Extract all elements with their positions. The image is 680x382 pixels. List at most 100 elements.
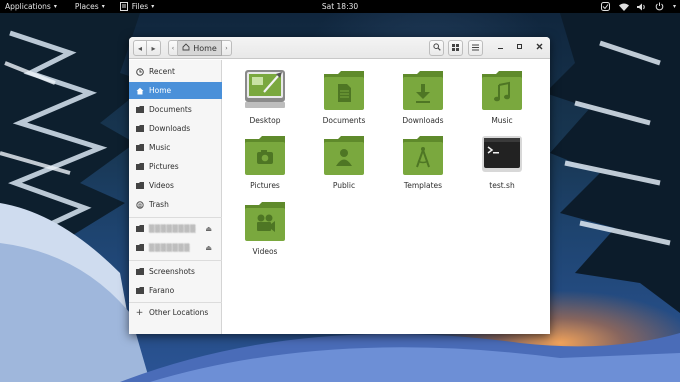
sidebar-item-documents[interactable]: Documents [129, 101, 222, 118]
sidebar-item-label: Downloads [149, 124, 191, 133]
menu-button[interactable] [468, 40, 483, 56]
path-home-label: Home [193, 43, 217, 53]
sidebar-item-label: Recent [149, 67, 175, 76]
sidebar-item-farano[interactable]: Farano [129, 282, 222, 299]
files-app-icon [119, 2, 129, 12]
sidebar-item-music[interactable]: Music [129, 139, 222, 156]
caret-down-icon: ▾ [151, 3, 155, 10]
sidebar-item-pictures[interactable]: Pictures [129, 158, 222, 175]
notification-check-icon[interactable] [601, 2, 611, 12]
minimize-button[interactable] [493, 40, 507, 56]
file-label: Public [332, 181, 356, 190]
file-view: Desktop Documents Downloads Music Pictur… [223, 60, 550, 334]
eject-icon[interactable]: ⏏ [205, 225, 212, 233]
power-icon [655, 2, 665, 12]
downloads-folder-icon [400, 68, 446, 112]
caret-down-icon: ▾ [53, 3, 57, 10]
sidebar-item-screenshots[interactable]: Screenshots [129, 263, 222, 280]
back-button[interactable]: ◂ [133, 40, 147, 56]
videos-folder-icon [242, 199, 288, 243]
sidebar-item-label: Other Locations [149, 308, 209, 317]
file-item-videos[interactable]: Videos [235, 199, 295, 257]
file-item-desktop[interactable]: Desktop [235, 68, 295, 126]
terminal-script-icon [479, 133, 525, 177]
sidebar-item-label: Music [149, 143, 171, 152]
sidebar-item-label: ▒▒▒▒▒▒▒▒ [149, 224, 197, 233]
file-item-test-sh[interactable]: test.sh [472, 133, 532, 191]
files-menu-label: Files [131, 2, 149, 11]
maximize-button[interactable] [512, 40, 526, 56]
chevron-left-icon: ‹ [171, 44, 175, 52]
folder-icon [135, 162, 144, 171]
sidebar-item-label: Documents [149, 105, 192, 114]
sidebar-item-trash[interactable]: Trash [129, 196, 222, 213]
clock[interactable]: Sat 18:30 [322, 2, 358, 11]
file-item-documents[interactable]: Documents [314, 68, 374, 126]
caret-down-icon: ▾ [101, 3, 105, 10]
sidebar-item-downloads[interactable]: Downloads [129, 120, 222, 137]
documents-folder-icon [321, 68, 367, 112]
sidebar-item-label: Home [149, 86, 172, 95]
sidebar-item-videos[interactable]: Videos [129, 177, 222, 194]
trash-icon [135, 200, 144, 209]
search-icon [432, 43, 441, 53]
sidebar-separator [129, 302, 222, 303]
file-label: test.sh [489, 181, 515, 190]
eject-icon[interactable]: ⏏ [205, 244, 212, 252]
file-item-pictures[interactable]: Pictures [235, 133, 295, 191]
folder-icon [135, 267, 144, 276]
pictures-folder-icon [242, 133, 288, 177]
folder-icon [135, 286, 144, 295]
close-button[interactable] [532, 40, 546, 56]
system-status-area[interactable]: ▾ [601, 0, 676, 13]
file-label: Downloads [402, 116, 444, 125]
home-icon [182, 43, 190, 53]
home-icon [135, 86, 144, 95]
folder-icon [135, 143, 144, 152]
file-item-templates[interactable]: Templates [393, 133, 453, 191]
view-mode-button[interactable] [448, 40, 463, 56]
plus-icon: + [135, 307, 144, 318]
sidebar-item-device-1[interactable]: ▒▒▒▒▒▒▒▒ ⏏ [129, 220, 222, 237]
path-home-button[interactable]: Home [178, 40, 222, 56]
templates-folder-icon [400, 133, 446, 177]
sidebar-separator [129, 217, 222, 218]
sidebar-item-label: Trash [149, 200, 169, 209]
caret-down-icon: ▾ [672, 3, 676, 10]
top-panel: Applications ▾ Places ▾ Files ▾ Sat 18:3… [0, 0, 680, 13]
minimize-icon [497, 43, 504, 53]
file-label: Pictures [250, 181, 280, 190]
file-label: Videos [252, 247, 278, 256]
maximize-icon [516, 43, 523, 53]
grid-view-icon [452, 43, 459, 53]
places-menu[interactable]: Places ▾ [70, 2, 110, 11]
drive-icon [135, 243, 144, 252]
search-button[interactable] [429, 40, 444, 56]
folder-icon [135, 105, 144, 114]
header-bar: ◂ ▸ ‹ Home › [129, 37, 550, 59]
sidebar-item-device-2[interactable]: ▒▒▒▒▒▒▒ ⏏ [129, 239, 222, 256]
file-item-music[interactable]: Music [472, 68, 532, 126]
hamburger-icon [472, 44, 479, 53]
forward-button[interactable]: ▸ [147, 40, 161, 56]
path-scroll-right-button[interactable]: › [222, 40, 232, 56]
folder-icon [135, 181, 144, 190]
file-item-public[interactable]: Public [314, 133, 374, 191]
app-menu-files[interactable]: Files ▾ [114, 2, 159, 12]
applications-menu[interactable]: Applications ▾ [0, 2, 62, 11]
applications-menu-label: Applications [5, 2, 51, 11]
wifi-icon [618, 2, 629, 12]
file-item-downloads[interactable]: Downloads [393, 68, 453, 126]
sidebar-item-home[interactable]: Home [129, 82, 222, 99]
sidebar-item-other-locations[interactable]: + Other Locations [129, 304, 222, 321]
sidebar-item-recent[interactable]: Recent [129, 63, 222, 80]
arrow-right-icon: ▸ [151, 43, 156, 53]
music-folder-icon [479, 68, 525, 112]
file-label: Desktop [249, 116, 281, 125]
path-scroll-left-button[interactable]: ‹ [168, 40, 178, 56]
sidebar-item-label: Farano [149, 286, 175, 295]
clock-icon [135, 67, 144, 76]
sidebar-item-label: Videos [149, 181, 174, 190]
close-icon [536, 43, 543, 53]
file-label: Music [491, 116, 513, 125]
